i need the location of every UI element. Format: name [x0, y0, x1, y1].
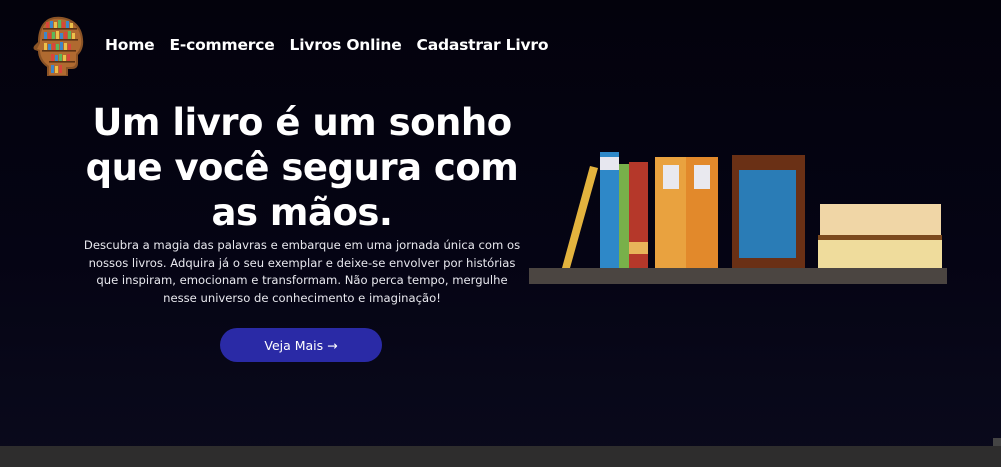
stacked-book-top: [820, 204, 941, 235]
shelf-board: [529, 268, 947, 284]
green-book: [619, 164, 629, 268]
nav-link-cadastrar-livro[interactable]: Cadastrar Livro: [417, 36, 549, 54]
bookshelf-illustration: [529, 152, 947, 284]
head-bookshelf-logo-icon[interactable]: [32, 15, 86, 77]
nav-link-livros-online[interactable]: Livros Online: [290, 36, 402, 54]
hero-section: Um livro é um sonho que você segura com …: [82, 100, 522, 307]
veja-mais-button[interactable]: Veja Mais →: [220, 328, 382, 362]
nav-links: Home E-commerce Livros Online Cadastrar …: [105, 36, 548, 54]
scrollbar-corner[interactable]: [993, 438, 1001, 446]
hero-title: Um livro é um sonho que você segura com …: [85, 101, 519, 234]
top-navigation: Home E-commerce Livros Online Cadastrar …: [32, 14, 548, 78]
nav-link-home[interactable]: Home: [105, 36, 155, 54]
footer-bar: [0, 446, 1001, 467]
hero-description: Descubra a magia das palavras e embarque…: [83, 238, 521, 305]
nav-link-e-commerce[interactable]: E-commerce: [169, 36, 274, 54]
stacked-book-bottom: [818, 240, 942, 268]
leaning-yellow-book: [562, 166, 598, 268]
